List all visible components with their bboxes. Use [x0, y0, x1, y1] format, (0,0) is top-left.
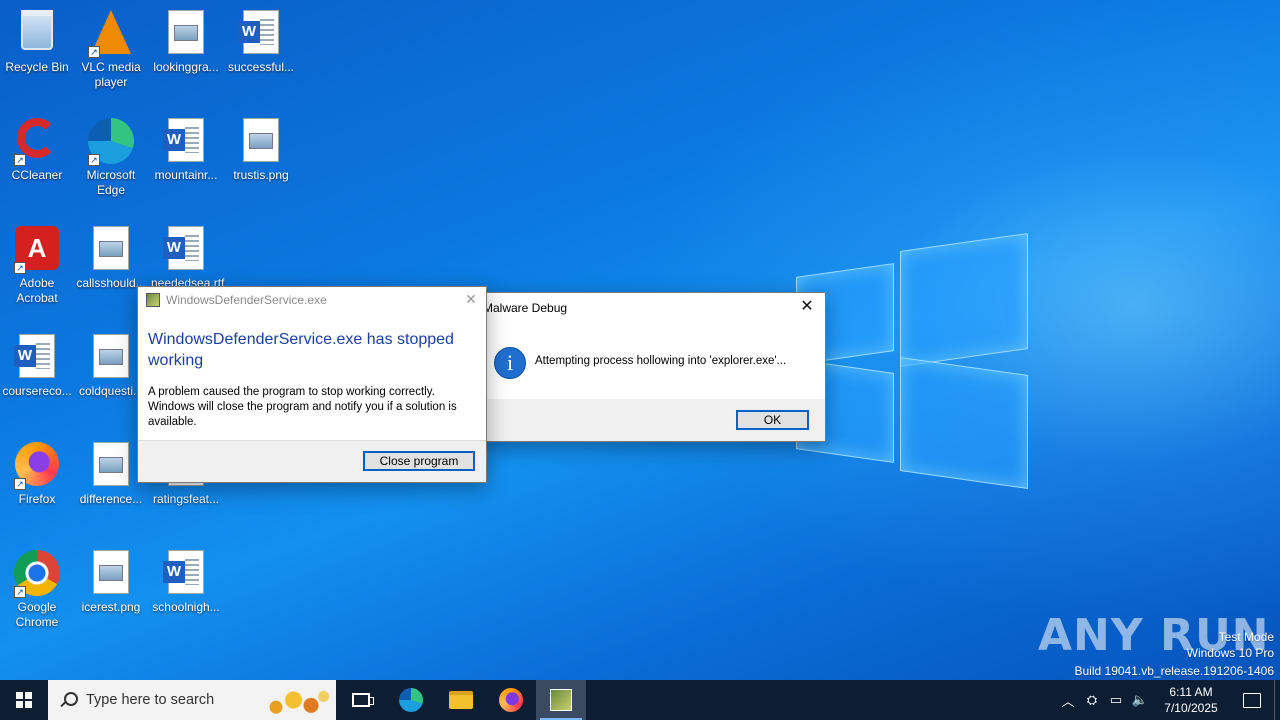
- desktop-icon-coursereco[interactable]: W coursereco...: [1, 328, 73, 428]
- dialog-footer: OK: [477, 399, 825, 441]
- word-doc-icon: W: [163, 226, 209, 274]
- desktop-icon-label: successful...: [227, 60, 295, 74]
- desktop-icon-label: ratingsfeat...: [152, 492, 220, 506]
- dialog-title: Malware Debug: [483, 301, 568, 315]
- show-desktop-button[interactable]: [1274, 680, 1280, 720]
- word-doc-icon: W: [14, 334, 60, 382]
- image-file-icon: [238, 118, 284, 166]
- desktop-icon-label: Adobe Acrobat: [16, 276, 58, 305]
- chrome-icon: ↗: [14, 550, 60, 598]
- desktop-icon-google-chrome[interactable]: ↗ Google Chrome: [1, 544, 73, 644]
- desktop-icon-firefox[interactable]: ↗ Firefox: [1, 436, 73, 536]
- edge-icon: [399, 688, 423, 712]
- desktop-icon-label: lookinggra...: [153, 60, 219, 74]
- word-doc-icon: W: [238, 10, 284, 58]
- close-icon[interactable]: ✕: [799, 299, 815, 315]
- search-highlight-image: [262, 682, 332, 718]
- close-program-button[interactable]: Close program: [363, 451, 475, 471]
- malware-debug-dialog[interactable]: Malware Debug ✕ i Attempting process hol…: [476, 292, 826, 442]
- desktop-icon-icerest[interactable]: icerest.png: [75, 544, 147, 644]
- desktop-icon-label: Recycle Bin: [5, 60, 69, 74]
- notification-icon: [1243, 692, 1261, 708]
- desktop-icon-label: VLC media player: [81, 60, 141, 89]
- dialog-message: Attempting process hollowing into 'explo…: [535, 355, 787, 367]
- folder-icon: [449, 691, 473, 709]
- desktop-icon-label: trustis.png: [233, 168, 289, 182]
- taskbar-search[interactable]: Type here to search: [48, 680, 336, 720]
- desktop-icon-label: schoolnigh...: [152, 600, 220, 614]
- desktop-icon-microsoft-edge[interactable]: ↗ Microsoft Edge: [75, 112, 147, 212]
- search-icon: [60, 692, 78, 708]
- volume-icon[interactable]: 🔈: [1128, 680, 1152, 720]
- notification-button[interactable]: [1230, 680, 1274, 720]
- dialog-titlebar[interactable]: WindowsDefenderService.exe: [138, 287, 486, 313]
- desktop-icon-label: difference...: [79, 492, 143, 506]
- desktop-icon-successful[interactable]: W successful...: [225, 4, 297, 104]
- chevron-up-icon[interactable]: ︿: [1056, 680, 1080, 720]
- dialog-footer: Close program: [138, 440, 486, 482]
- image-file-icon: [88, 226, 134, 274]
- windows-edition-label: Windows 10 Pro: [1186, 646, 1274, 660]
- word-doc-icon: W: [163, 550, 209, 598]
- desktop-icon-schoolnigh[interactable]: W schoolnigh...: [150, 544, 222, 644]
- desktop-icon-ccleaner[interactable]: ↗ CCleaner: [1, 112, 73, 212]
- dialog-title: WindowsDefenderService.exe: [166, 293, 327, 307]
- meet-now-icon[interactable]: ⛭: [1080, 680, 1104, 720]
- app-icon: [146, 293, 160, 307]
- image-file-icon: [163, 10, 209, 58]
- desktop-icon-mountainr[interactable]: W mountainr...: [150, 112, 222, 212]
- taskbar: Type here to search ︿ ⛭ ▭ 🔈 6:11 AM 7/10…: [0, 680, 1280, 720]
- taskbar-clock[interactable]: 6:11 AM 7/10/2025: [1152, 684, 1230, 716]
- app-icon: [550, 689, 572, 711]
- edge-icon: ↗: [88, 118, 134, 166]
- windows-icon: [16, 692, 32, 708]
- taskbar-windowsdefenderservice[interactable]: [536, 680, 586, 720]
- task-view-icon: [352, 693, 374, 707]
- clock-date: 7/10/2025: [1164, 701, 1218, 715]
- image-file-icon: [88, 334, 134, 382]
- dialog-body: A problem caused the program to stop wor…: [148, 386, 457, 428]
- build-label: Build 19041.vb_release.191206-1406: [1074, 664, 1275, 678]
- vlc-icon: ↗: [88, 10, 134, 58]
- desktop-icon-trustis[interactable]: trustis.png: [225, 112, 297, 212]
- close-icon[interactable]: ✕: [464, 292, 478, 306]
- desktop-icon-label: icerest.png: [81, 600, 141, 614]
- ccleaner-icon: ↗: [14, 118, 60, 166]
- acrobat-icon: A ↗: [14, 226, 60, 274]
- taskbar-edge[interactable]: [386, 680, 436, 720]
- ok-button[interactable]: OK: [736, 410, 809, 430]
- image-file-icon: [88, 442, 134, 490]
- desktop-icon-vlc[interactable]: ↗ VLC media player: [75, 4, 147, 104]
- firefox-icon: [499, 688, 523, 712]
- desktop-icon-label: Google Chrome: [15, 600, 59, 629]
- clock-time: 6:11 AM: [1169, 685, 1213, 699]
- desktop-icon-recycle-bin[interactable]: Recycle Bin: [1, 4, 73, 104]
- network-icon[interactable]: ▭: [1104, 680, 1128, 720]
- wallpaper-windows-logo: [796, 233, 1028, 489]
- task-view-button[interactable]: [336, 680, 386, 720]
- taskbar-file-explorer[interactable]: [436, 680, 486, 720]
- desktop-icon-label: CCleaner: [11, 168, 63, 182]
- test-mode-label: Test Mode: [1218, 630, 1274, 644]
- recycle-bin-icon: [14, 10, 60, 58]
- desktop-icon-adobe-acrobat[interactable]: A ↗ Adobe Acrobat: [1, 220, 73, 320]
- image-file-icon: [88, 550, 134, 598]
- dialog-heading: WindowsDefenderService.exe has stopped w…: [148, 331, 454, 369]
- stopped-working-dialog[interactable]: WindowsDefenderService.exe ✕ WindowsDefe…: [137, 286, 487, 483]
- info-icon: i: [494, 347, 526, 379]
- desktop-icon-label: Firefox: [18, 492, 56, 506]
- desktop-icon-label: coursereco...: [2, 384, 72, 398]
- desktop-icon-label: mountainr...: [154, 168, 218, 182]
- desktop-icon-lookinggra[interactable]: lookinggra...: [150, 4, 222, 104]
- dialog-titlebar[interactable]: Malware Debug: [477, 293, 825, 323]
- taskbar-firefox[interactable]: [486, 680, 536, 720]
- word-doc-icon: W: [163, 118, 209, 166]
- start-button[interactable]: [0, 680, 48, 720]
- system-tray: ︿ ⛭ ▭ 🔈 6:11 AM 7/10/2025: [1056, 680, 1280, 720]
- desktop-icon-label: Microsoft Edge: [86, 168, 136, 197]
- search-placeholder: Type here to search: [86, 692, 215, 708]
- firefox-icon: ↗: [14, 442, 60, 490]
